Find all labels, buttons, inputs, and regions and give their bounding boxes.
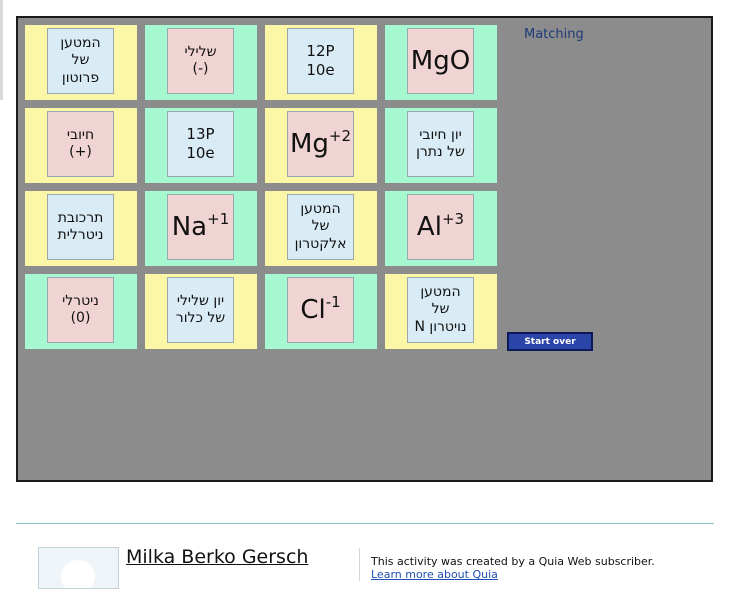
left-edge — [0, 0, 3, 100]
card-r3c0[interactable]: ניטרלי (0) — [47, 277, 114, 343]
card-r1c0[interactable]: חיובי (+) — [47, 111, 114, 177]
card-label: MgO — [411, 48, 470, 74]
footer-separator — [359, 548, 360, 581]
card-line: 10e — [186, 144, 215, 162]
card-r0c0[interactable]: המטען של פרוטון — [47, 28, 114, 94]
tile-r2c0[interactable]: תרכובת ניטרלית — [25, 191, 137, 266]
card-r2c0[interactable]: תרכובת ניטרלית — [47, 194, 114, 260]
tile-r1c1[interactable]: 13P 10e — [145, 108, 257, 183]
game-title: Matching — [524, 27, 584, 42]
tile-r0c0[interactable]: המטען של פרוטון — [25, 25, 137, 100]
card-r3c1[interactable]: יון שלילי של כלור — [167, 277, 234, 343]
card-line: המטען — [60, 34, 101, 51]
tile-r1c3[interactable]: יון חיובי של נתרן — [385, 108, 497, 183]
card-line: של — [431, 301, 450, 318]
card-line: (-) — [192, 61, 209, 77]
tile-r2c1[interactable]: Na+1 — [145, 191, 257, 266]
card-line: חיובי — [66, 126, 95, 143]
card-label: חיובי (+) — [67, 127, 94, 162]
card-label: 12P 10e — [306, 42, 334, 80]
tile-r1c0[interactable]: חיובי (+) — [25, 108, 137, 183]
card-line: המטען — [300, 200, 341, 217]
card-r1c2[interactable]: Mg+2 — [287, 111, 354, 177]
tile-r0c2[interactable]: 12P 10e — [265, 25, 377, 100]
formula-base: MgO — [410, 46, 471, 76]
card-r2c3[interactable]: Al+3 — [407, 194, 474, 260]
card-r0c3[interactable]: MgO — [407, 28, 474, 94]
card-line: 10e — [306, 61, 335, 79]
tile-r0c3[interactable]: MgO — [385, 25, 497, 100]
tile-r3c2[interactable]: Cl-1 — [265, 274, 377, 349]
tile-r2c3[interactable]: Al+3 — [385, 191, 497, 266]
start-over-button[interactable]: Start over — [507, 332, 593, 351]
card-line: נויטרון N — [414, 318, 467, 335]
tile-r3c1[interactable]: יון שלילי של כלור — [145, 274, 257, 349]
tile-r2c2[interactable]: המטען של אלקטרון — [265, 191, 377, 266]
card-label: המטען של פרוטון — [60, 35, 100, 88]
formula-base: Al — [416, 212, 442, 242]
card-line: ניטרלי — [62, 292, 99, 309]
card-label: תרכובת ניטרלית — [58, 210, 104, 245]
card-line: של כלור — [175, 310, 226, 326]
learn-more-link[interactable]: Learn more about Quia — [371, 568, 498, 581]
author-avatar — [38, 547, 119, 589]
card-line: תרכובת — [57, 209, 104, 226]
card-r2c1[interactable]: Na+1 — [167, 194, 234, 260]
card-r3c2[interactable]: Cl-1 — [287, 277, 354, 343]
tile-r3c3[interactable]: המטען של נויטרון N — [385, 274, 497, 349]
card-line: פרוטון — [61, 69, 100, 86]
card-line: של נתרן — [416, 144, 465, 160]
card-r1c1[interactable]: 13P 10e — [167, 111, 234, 177]
card-line: המטען — [420, 283, 461, 300]
card-r3c3[interactable]: המטען של נויטרון N — [407, 277, 474, 343]
card-label: Al+3 — [416, 212, 464, 242]
card-r1c3[interactable]: יון חיובי של נתרן — [407, 111, 474, 177]
footer-divider — [16, 523, 714, 524]
card-line: (+) — [69, 144, 92, 160]
card-label: המטען של אלקטרון — [295, 201, 347, 254]
card-line: יון שלילי — [176, 292, 225, 309]
formula-base: Na — [171, 212, 208, 242]
card-line: אלקטרון — [294, 235, 347, 252]
card-line: ניטרלית — [57, 227, 104, 243]
author-name-link[interactable]: Milka Berko Gersch — [126, 546, 308, 568]
card-r0c2[interactable]: 12P 10e — [287, 28, 354, 94]
card-line: יון חיובי — [419, 126, 462, 143]
card-line: 13P — [186, 125, 215, 144]
formula-charge: +1 — [207, 210, 230, 228]
card-r2c2[interactable]: המטען של אלקטרון — [287, 194, 354, 260]
tile-r0c1[interactable]: שלילי (-) — [145, 25, 257, 100]
card-label: Cl-1 — [300, 295, 340, 325]
card-label: ניטרלי (0) — [62, 293, 99, 328]
formula-charge: +2 — [328, 127, 352, 145]
matching-game-board: המטען של פרוטון שלילי (-) 12P 10e MgO חיובי (+) 13… — [16, 16, 713, 482]
card-r0c1[interactable]: שלילי (-) — [167, 28, 234, 94]
card-label: המטען של נויטרון N — [414, 284, 466, 337]
tile-r3c0[interactable]: ניטרלי (0) — [25, 274, 137, 349]
formula-charge: -1 — [325, 293, 341, 311]
card-label: Na+1 — [171, 212, 230, 242]
card-label: שלילי (-) — [184, 44, 216, 79]
card-label: יון חיובי של נתרן — [416, 127, 465, 162]
tile-r1c2[interactable]: Mg+2 — [265, 108, 377, 183]
card-line: 12P — [306, 42, 335, 61]
card-label: 13P 10e — [186, 125, 214, 163]
card-line: שלילי — [184, 43, 217, 60]
formula-charge: +3 — [441, 210, 465, 228]
card-label: Mg+2 — [289, 129, 351, 159]
card-line: (0) — [70, 310, 91, 326]
formula-base: Cl — [300, 295, 326, 325]
card-line: של — [71, 52, 90, 69]
card-line: של — [311, 218, 330, 235]
quia-credit-text: This activity was created by a Quia Web … — [371, 555, 655, 568]
formula-base: Mg — [289, 129, 329, 159]
card-label: יון שלילי של כלור — [176, 293, 225, 328]
